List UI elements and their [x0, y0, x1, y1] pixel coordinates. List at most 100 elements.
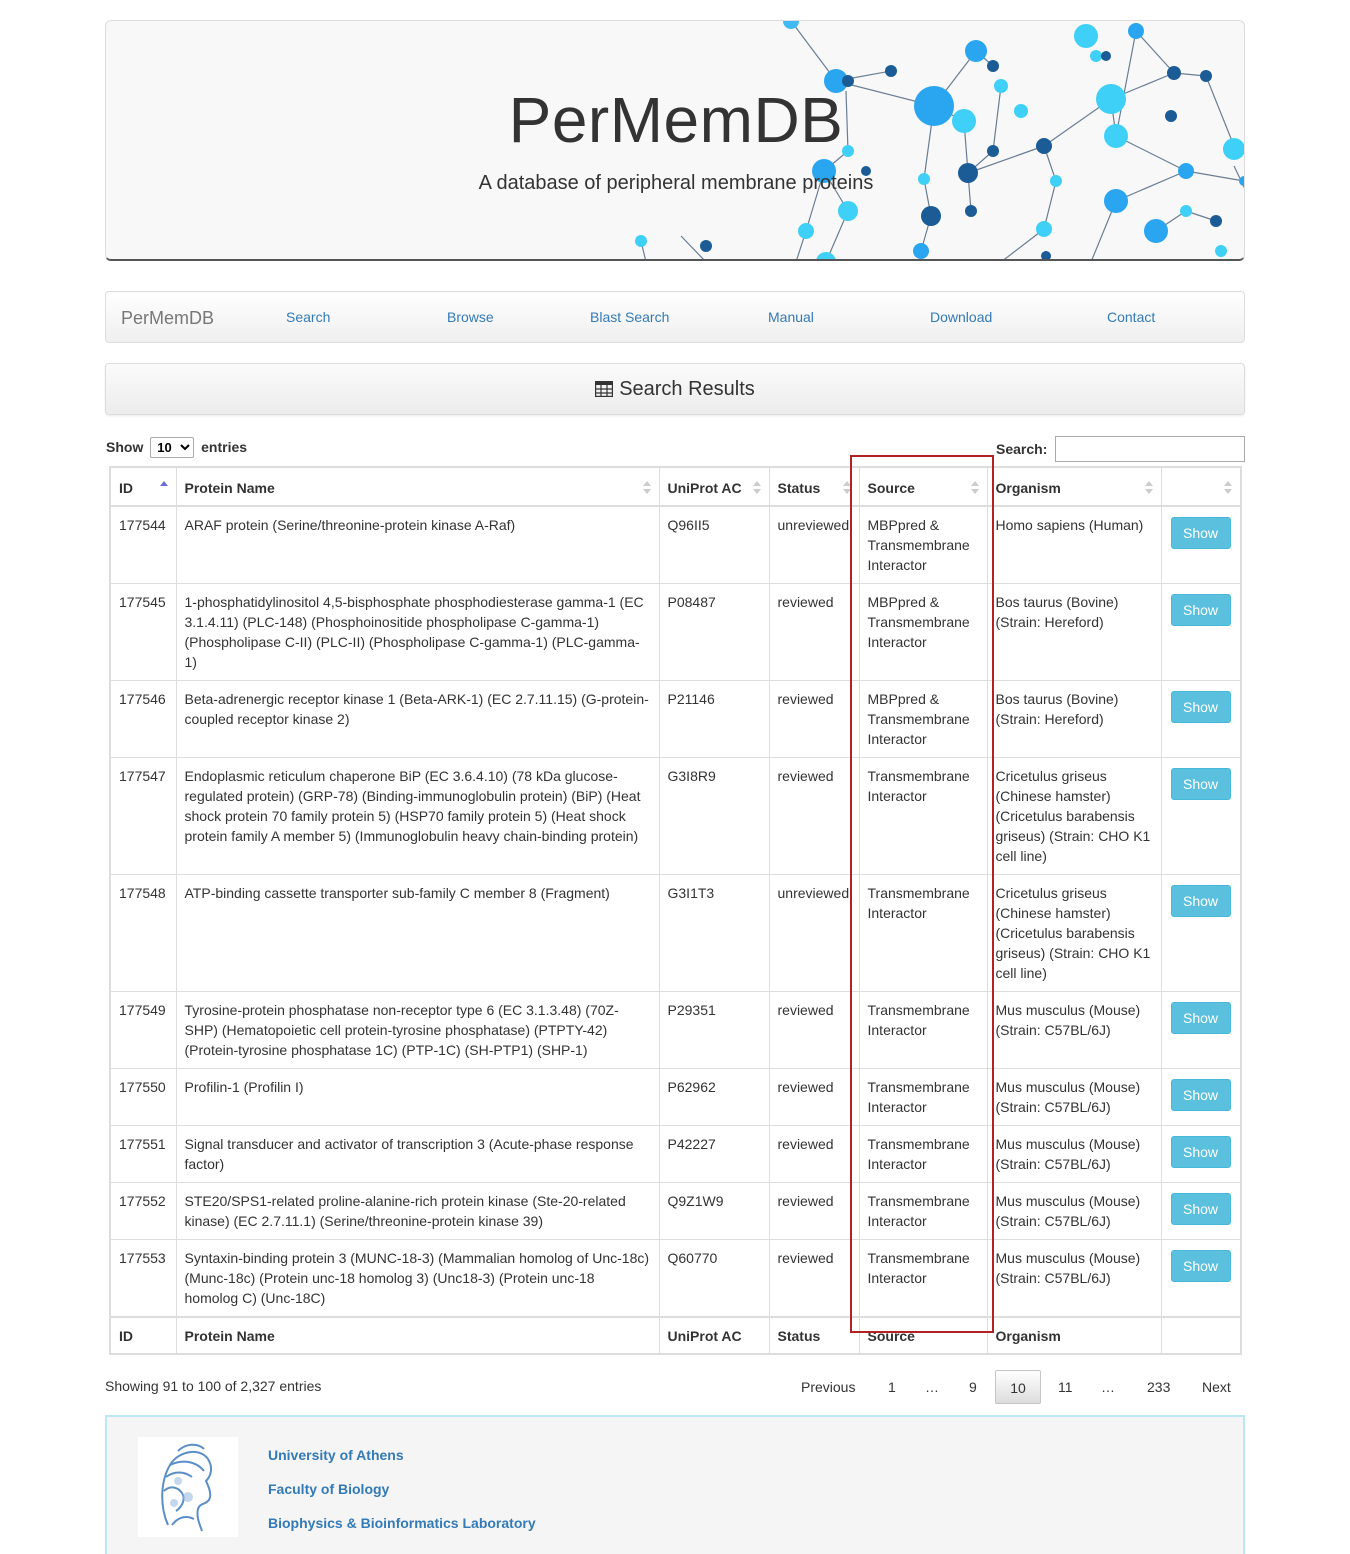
col-action[interactable]: [1160, 466, 1242, 507]
cell-action: Show: [1160, 505, 1242, 584]
cell-id: 177551: [109, 1125, 177, 1183]
col-organism[interactable]: Organism: [986, 466, 1162, 507]
table-row: 177549 Tyrosine-protein phosphatase non-r…: [109, 991, 1242, 1069]
nav-browse[interactable]: Browse: [447, 309, 494, 325]
cell-status: reviewed: [768, 1068, 860, 1126]
cell-action: Show: [1160, 757, 1242, 875]
nav-blast-search[interactable]: Blast Search: [590, 309, 669, 325]
table-footer-row: ID Protein Name UniProt AC Status Source…: [109, 1316, 1242, 1355]
cell-uniprot-ac: Q9Z1W9: [658, 1182, 770, 1240]
sort-icon: [642, 481, 651, 495]
nav-search[interactable]: Search: [286, 309, 330, 325]
foot-uniprot-ac: UniProt AC: [658, 1316, 770, 1355]
cell-organism: Bos taurus (Bovine) (Strain: Hereford): [986, 680, 1162, 758]
footer-link-laboratory[interactable]: Biophysics & Bioinformatics Laboratory: [268, 1515, 536, 1531]
show-button[interactable]: Show: [1170, 594, 1231, 626]
cell-status: reviewed: [768, 1125, 860, 1183]
foot-status: Status: [768, 1316, 860, 1355]
pagination-next[interactable]: Next: [1202, 1370, 1231, 1404]
footer-link-faculty[interactable]: Faculty of Biology: [268, 1481, 389, 1497]
cell-uniprot-ac: Q60770: [658, 1239, 770, 1318]
cell-source: MBPpred & Transmembrane Interactor: [858, 680, 988, 758]
cell-status: reviewed: [768, 1239, 860, 1318]
cell-protein-name: Tyrosine-protein phosphatase non-recepto…: [175, 991, 660, 1069]
cell-id: 177553: [109, 1239, 177, 1318]
col-uniprot-ac[interactable]: UniProt AC: [658, 466, 770, 507]
main-navbar: PerMemDB Search Browse Blast Search Manu…: [105, 291, 1245, 343]
cell-uniprot-ac: P21146: [658, 680, 770, 758]
cell-protein-name: Beta-adrenergic receptor kinase 1 (Beta-…: [175, 680, 660, 758]
show-button[interactable]: Show: [1170, 1193, 1231, 1225]
cell-action: Show: [1160, 991, 1242, 1069]
cell-protein-name: STE20/SPS1-related proline-alanine-rich …: [175, 1182, 660, 1240]
table-row: 177545 1-phosphatidylinositol 4,5-bisphos…: [109, 583, 1242, 681]
cell-organism: Mus musculus (Mouse) (Strain: C57BL/6J): [986, 991, 1162, 1069]
nav-download[interactable]: Download: [930, 309, 992, 325]
site-footer: University of Athens Faculty of Biology …: [105, 1415, 1245, 1554]
pagination-page-9[interactable]: 9: [969, 1370, 977, 1404]
cell-uniprot-ac: G3I1T3: [658, 874, 770, 992]
table-row: 177550 Profilin-1 (Profilin I) P62962 revie…: [109, 1068, 1242, 1126]
sort-icon: [752, 481, 761, 495]
cell-id: 177545: [109, 583, 177, 681]
cell-id: 177552: [109, 1182, 177, 1240]
search-input[interactable]: [1055, 436, 1245, 462]
table-row: 177547 Endoplasmic reticulum chaperone Bi…: [109, 757, 1242, 875]
pagination-page-1[interactable]: 1: [888, 1370, 896, 1404]
cell-source: MBPpred & Transmembrane Interactor: [858, 583, 988, 681]
table-icon: [594, 366, 614, 416]
navbar-brand[interactable]: PerMemDB: [121, 308, 214, 329]
cell-id: 177547: [109, 757, 177, 875]
foot-organism: Organism: [986, 1316, 1162, 1355]
pagination-ellipsis: …: [925, 1379, 939, 1395]
page-length-select[interactable]: 10: [150, 437, 195, 458]
page-length-control: Show 10 entries: [106, 437, 247, 458]
panel-title: Search Results: [619, 378, 755, 400]
show-button[interactable]: Show: [1170, 1079, 1231, 1111]
cell-source: Transmembrane Interactor: [858, 874, 988, 992]
sort-icon: [842, 481, 851, 495]
pagination-page-233[interactable]: 233: [1147, 1370, 1170, 1404]
cell-uniprot-ac: P08487: [658, 583, 770, 681]
cell-source: Transmembrane Interactor: [858, 1068, 988, 1126]
col-status[interactable]: Status: [768, 466, 860, 507]
nav-contact[interactable]: Contact: [1107, 309, 1155, 325]
cell-organism: Mus musculus (Mouse) (Strain: C57BL/6J): [986, 1125, 1162, 1183]
table-row: 177548 ATP-binding cassette transporter s…: [109, 874, 1242, 992]
cell-status: reviewed: [768, 1182, 860, 1240]
cell-action: Show: [1160, 1182, 1242, 1240]
table-row: 177551 Signal transducer and activator of…: [109, 1125, 1242, 1183]
col-protein-name[interactable]: Protein Name: [175, 466, 660, 507]
cell-protein-name: Syntaxin-binding protein 3 (MUNC-18-3) (…: [175, 1239, 660, 1318]
show-button[interactable]: Show: [1170, 1136, 1231, 1168]
cell-id: 177544: [109, 505, 177, 584]
header-banner: PerMemDB A database of peripheral membra…: [105, 20, 1245, 261]
show-button[interactable]: Show: [1170, 1250, 1231, 1282]
show-button[interactable]: Show: [1170, 517, 1231, 549]
results-table: ID Protein Name UniProt AC Status Source…: [109, 466, 1242, 1355]
pagination-page-11[interactable]: 11: [1058, 1370, 1073, 1404]
nav-manual[interactable]: Manual: [768, 309, 814, 325]
col-source[interactable]: Source: [858, 466, 988, 507]
cell-uniprot-ac: P42227: [658, 1125, 770, 1183]
foot-action: [1160, 1316, 1242, 1355]
cell-uniprot-ac: G3I8R9: [658, 757, 770, 875]
footer-link-university[interactable]: University of Athens: [268, 1447, 404, 1463]
show-button[interactable]: Show: [1170, 691, 1231, 723]
table-header-row: ID Protein Name UniProt AC Status Source…: [109, 466, 1242, 507]
site-subtitle: A database of peripheral membrane protei…: [478, 172, 874, 194]
site-title: PerMemDB: [508, 84, 844, 156]
cell-protein-name: Signal transducer and activator of trans…: [175, 1125, 660, 1183]
col-id[interactable]: ID: [109, 466, 177, 507]
show-button[interactable]: Show: [1170, 1002, 1231, 1034]
show-button[interactable]: Show: [1170, 885, 1231, 917]
pagination-previous[interactable]: Previous: [801, 1370, 855, 1404]
table-row: 177553 Syntaxin-binding protein 3 (MUNC-1…: [109, 1239, 1242, 1318]
show-button[interactable]: Show: [1170, 768, 1231, 800]
sort-asc-icon: [159, 481, 168, 495]
cell-source: Transmembrane Interactor: [858, 1239, 988, 1318]
cell-protein-name: ATP-binding cassette transporter sub-fam…: [175, 874, 660, 992]
cell-uniprot-ac: P62962: [658, 1068, 770, 1126]
cell-status: unreviewed: [768, 874, 860, 992]
pagination-page-10-current[interactable]: 10: [995, 1370, 1041, 1404]
